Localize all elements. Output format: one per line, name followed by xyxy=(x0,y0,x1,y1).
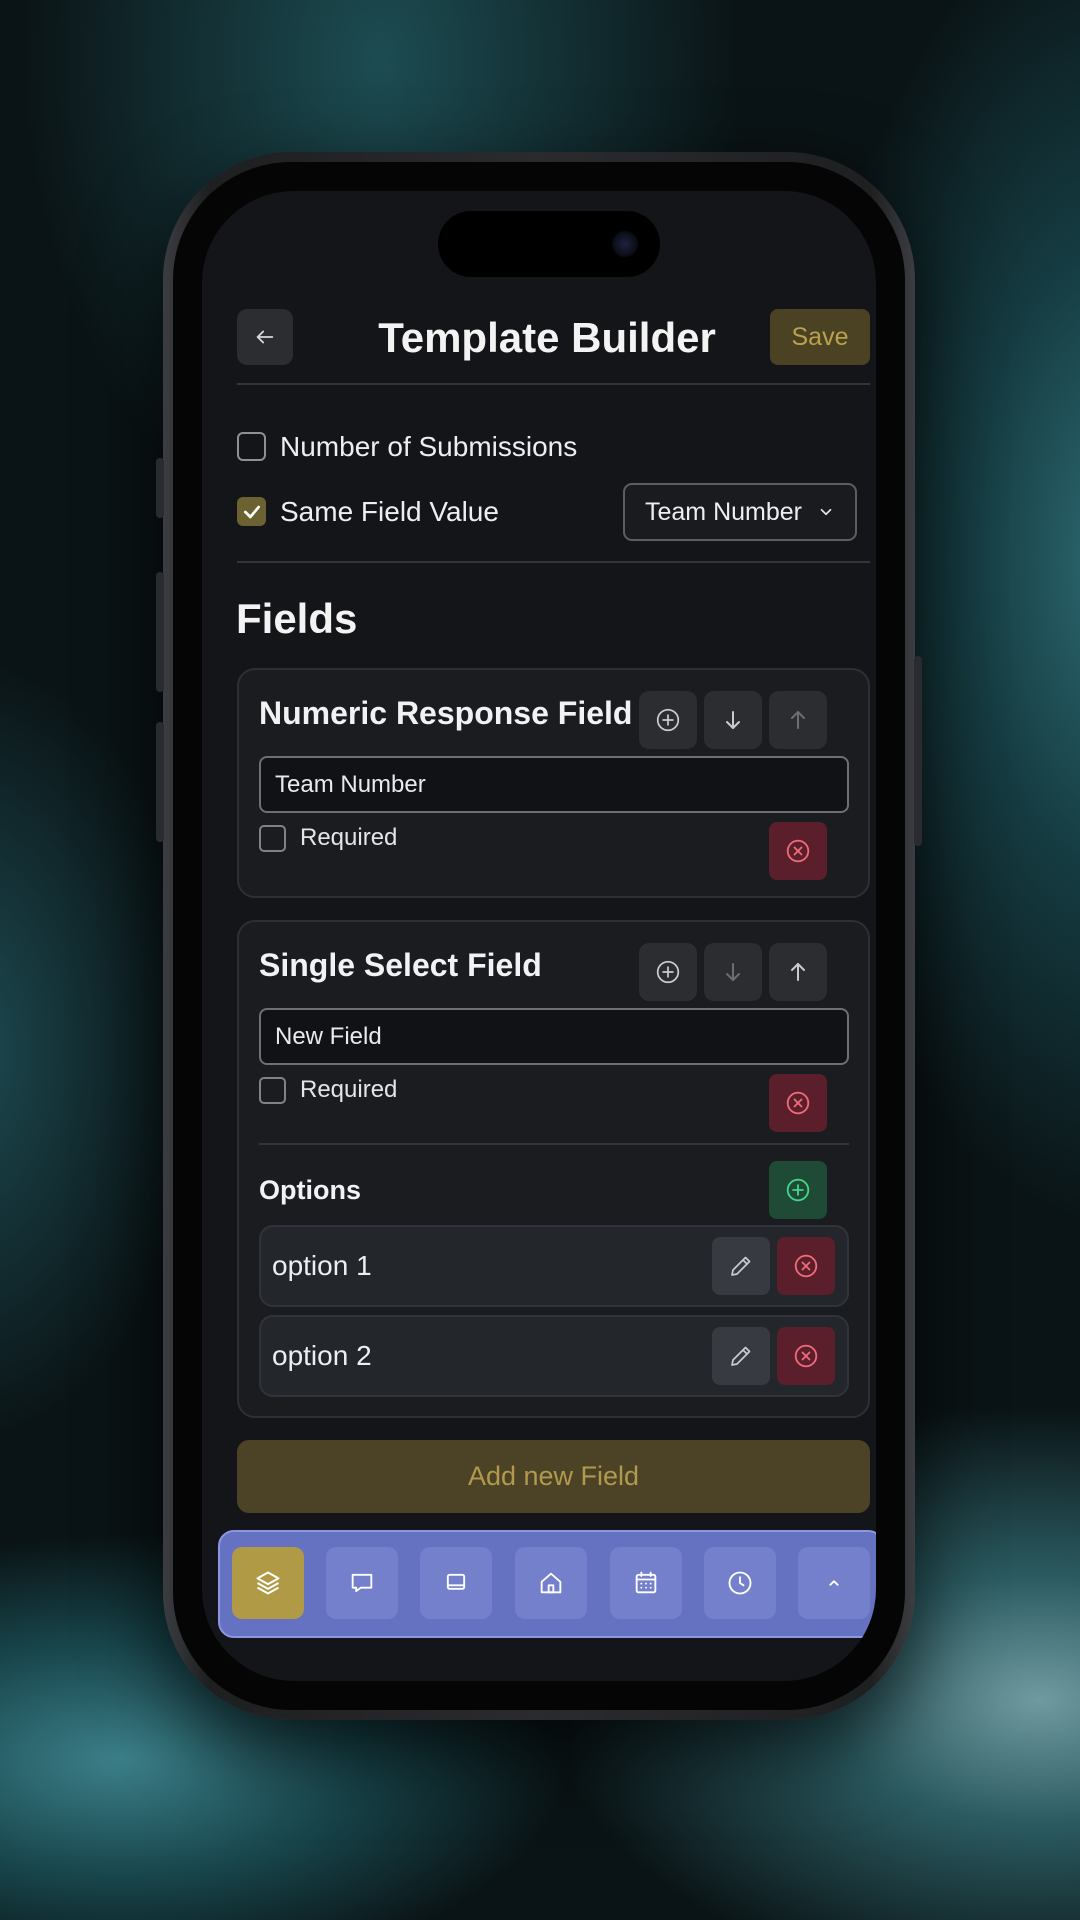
field-select-value: Team Number xyxy=(645,497,802,526)
plus-circle-icon xyxy=(656,708,680,732)
required-checkbox[interactable] xyxy=(259,1077,286,1104)
chat-icon xyxy=(351,1573,373,1593)
submissions-label: Number of Submissions xyxy=(280,431,578,462)
save-button[interactable]: Save xyxy=(770,309,870,365)
nav-templates[interactable] xyxy=(232,1547,304,1619)
field-select[interactable]: Team Number xyxy=(623,483,857,541)
header-divider xyxy=(237,383,870,385)
x-circle-icon xyxy=(794,1254,818,1278)
nav-chat[interactable] xyxy=(326,1547,398,1619)
edit-option-button[interactable] xyxy=(712,1237,770,1295)
move-up-button[interactable] xyxy=(769,691,827,749)
submissions-checkbox[interactable] xyxy=(237,432,266,461)
filters-divider xyxy=(237,561,870,563)
chevron-up-icon xyxy=(829,1580,839,1586)
pencil-icon xyxy=(731,1346,751,1366)
delete-field-button[interactable] xyxy=(769,1074,827,1132)
x-circle-icon xyxy=(786,839,810,863)
nav-expand[interactable] xyxy=(798,1547,870,1619)
clock-icon xyxy=(728,1571,752,1595)
edit-option-button[interactable] xyxy=(712,1327,770,1385)
nav-home[interactable] xyxy=(515,1547,587,1619)
move-up-button[interactable] xyxy=(769,943,827,1001)
option-label: option 2 xyxy=(272,1340,372,1371)
camera xyxy=(612,231,638,257)
arrow-left-icon xyxy=(256,330,274,344)
tablet-icon xyxy=(446,1573,466,1590)
home-icon xyxy=(540,1572,562,1594)
delete-option-button[interactable] xyxy=(777,1327,835,1385)
page-title: Template Builder xyxy=(378,314,716,361)
back-button[interactable] xyxy=(237,309,293,365)
arrow-up-icon xyxy=(791,711,805,729)
delete-field-button[interactable] xyxy=(769,822,827,880)
chevron-down-icon xyxy=(820,508,832,516)
arrow-up-icon xyxy=(791,963,805,981)
field-name-input[interactable]: Team Number xyxy=(259,756,849,813)
power-button xyxy=(914,656,922,846)
volume-up-button xyxy=(156,572,164,692)
add-field-below-button[interactable] xyxy=(639,943,697,1001)
phone-frame: Template Builder Save Number of Submissi… xyxy=(156,152,922,1720)
required-label: Required xyxy=(300,824,398,851)
action-button xyxy=(156,458,164,518)
plus-circle-icon xyxy=(786,1178,810,1202)
layers-icon xyxy=(256,1571,280,1595)
dynamic-island xyxy=(438,211,660,277)
same-value-label: Same Field Value xyxy=(280,496,499,527)
options-divider xyxy=(259,1143,849,1145)
arrow-down-icon xyxy=(726,711,740,729)
calendar-icon xyxy=(635,1571,657,1594)
check-icon xyxy=(243,505,260,518)
move-down-button[interactable] xyxy=(704,943,762,1001)
nav-history[interactable] xyxy=(704,1547,776,1619)
required-label: Required xyxy=(300,1076,398,1103)
volume-down-button xyxy=(156,722,164,842)
same-value-checkbox[interactable] xyxy=(237,497,266,526)
field-type-title: Single Select Field xyxy=(259,947,542,983)
x-circle-icon xyxy=(786,1091,810,1115)
move-down-button[interactable] xyxy=(704,691,762,749)
add-new-field-button[interactable]: Add new Field xyxy=(237,1440,870,1513)
app-screen: Template Builder Save Number of Submissi… xyxy=(202,191,876,1681)
options-heading: Options xyxy=(259,1175,361,1205)
option-label: option 1 xyxy=(272,1250,372,1281)
add-option-button[interactable] xyxy=(769,1161,827,1219)
field-name-input[interactable]: New Field xyxy=(259,1008,849,1065)
delete-option-button[interactable] xyxy=(777,1237,835,1295)
plus-circle-icon xyxy=(656,960,680,984)
arrow-down-icon xyxy=(726,963,740,981)
fields-heading: Fields xyxy=(236,595,358,642)
x-circle-icon xyxy=(794,1344,818,1368)
add-field-below-button[interactable] xyxy=(639,691,697,749)
field-type-title: Numeric Response Field xyxy=(259,695,633,731)
nav-devices[interactable] xyxy=(420,1547,492,1619)
pencil-icon xyxy=(731,1256,751,1276)
required-checkbox[interactable] xyxy=(259,825,286,852)
nav-calendar[interactable] xyxy=(610,1547,682,1619)
